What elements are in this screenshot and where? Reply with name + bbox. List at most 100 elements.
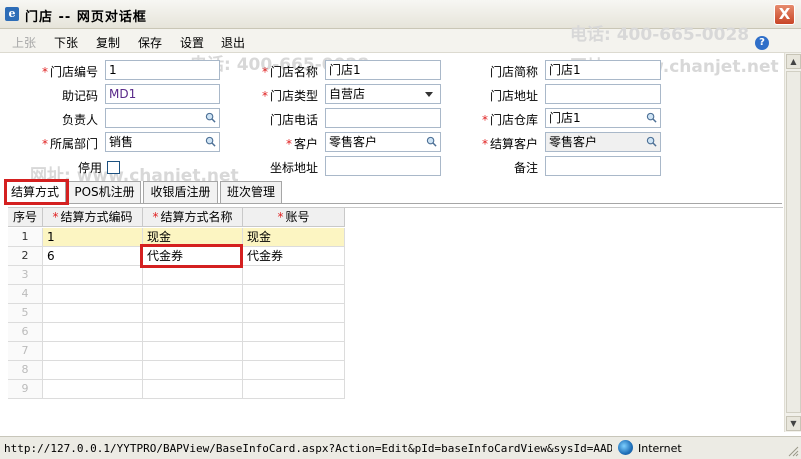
department-label: * 所属部门	[41, 137, 98, 151]
table-cell-name[interactable]	[143, 266, 243, 285]
table-cell-code[interactable]	[43, 266, 143, 285]
table-cell-account[interactable]: 代金券	[243, 247, 345, 266]
table-cell-account[interactable]	[243, 323, 345, 342]
table-cell-name[interactable]	[143, 361, 243, 380]
table-cell-name[interactable]	[143, 304, 243, 323]
ie-page-icon: e	[5, 7, 19, 21]
table-cell-code[interactable]	[43, 342, 143, 361]
manager-label: 负责人	[61, 113, 98, 127]
scroll-up-arrow-icon[interactable]: ▲	[786, 54, 801, 69]
table-cell-code[interactable]	[43, 304, 143, 323]
store-name-input[interactable]: 门店1	[325, 60, 441, 80]
store-code-input[interactable]: 1	[105, 60, 220, 80]
store-name-label: * 门店名称	[261, 65, 318, 79]
store-address-label: 门店地址	[489, 89, 538, 103]
coordinates-label: 坐标地址	[269, 161, 318, 175]
security-zone: Internet	[638, 442, 682, 455]
table-cell-account[interactable]	[243, 361, 345, 380]
manager-lookup[interactable]	[105, 108, 220, 128]
table-cell-name[interactable]	[143, 285, 243, 304]
table-cell-account[interactable]	[243, 285, 345, 304]
table-cell-name[interactable]	[143, 323, 243, 342]
settings-button[interactable]: 设置	[180, 34, 204, 51]
search-icon[interactable]	[646, 112, 657, 123]
table-cell-name[interactable]	[143, 380, 243, 399]
scroll-down-arrow-icon[interactable]: ▼	[786, 416, 801, 431]
tab-highlight-box	[4, 179, 69, 205]
disabled-label: 停用	[77, 161, 102, 175]
column-header-account[interactable]: * 账号	[243, 208, 345, 227]
store-code-label: * 门店编号	[41, 65, 98, 79]
table-cell-account[interactable]	[243, 380, 345, 399]
table-cell-account[interactable]	[243, 266, 345, 285]
store-short-name-label: 门店简称	[489, 65, 538, 79]
table-cell-code[interactable]	[43, 285, 143, 304]
store-short-name-input[interactable]: 门店1	[545, 60, 661, 80]
vertical-scrollbar[interactable]: ▲ ▼	[784, 53, 801, 432]
customer-value: 零售客户	[329, 135, 378, 149]
search-icon[interactable]	[205, 112, 216, 123]
store-type-select[interactable]: 自营店	[325, 84, 441, 104]
department-value: 销售	[109, 135, 134, 149]
prev-record-button[interactable]: 上张	[12, 34, 36, 51]
settle-customer-value: 零售客户	[549, 135, 598, 149]
department-lookup[interactable]: 销售	[105, 132, 220, 152]
mnemonic-input[interactable]: MD1	[105, 84, 220, 104]
column-header-name[interactable]: * 结算方式名称	[143, 208, 243, 227]
store-type-label: * 门店类型	[261, 89, 318, 103]
title-bar: e 门店 -- 网页对话框 X	[0, 0, 801, 29]
table-cell-code[interactable]	[43, 361, 143, 380]
column-header-index[interactable]: 序号	[8, 208, 43, 227]
next-record-button[interactable]: 下张	[54, 34, 78, 51]
status-bar: http://127.0.0.1/YYTPRO/BAPView/BaseInfo…	[0, 436, 801, 459]
disabled-checkbox[interactable]	[107, 161, 120, 174]
close-button[interactable]: X	[774, 4, 795, 25]
chevron-down-icon[interactable]	[425, 92, 433, 97]
table-cell-account[interactable]	[243, 304, 345, 323]
search-icon[interactable]	[205, 136, 216, 147]
resize-grip-icon[interactable]	[787, 445, 799, 457]
table-cell-code[interactable]	[43, 380, 143, 399]
globe-icon	[618, 440, 633, 455]
row-number: 1	[8, 228, 43, 247]
table-cell-code[interactable]: 1	[43, 228, 143, 247]
column-header-code[interactable]: * 结算方式编码	[43, 208, 143, 227]
save-button[interactable]: 保存	[138, 34, 162, 51]
table-cell-name[interactable]	[143, 342, 243, 361]
store-address-input[interactable]	[545, 84, 661, 104]
tab-cashier-shield-registration[interactable]: 收银盾注册	[143, 181, 218, 203]
exit-button[interactable]: 退出	[221, 34, 245, 51]
row-number: 8	[8, 361, 43, 380]
cell-highlight-box	[140, 244, 243, 268]
tab-pos-registration[interactable]: POS机注册	[68, 181, 141, 203]
table-cell-account[interactable]	[243, 342, 345, 361]
table-cell-account[interactable]: 现金	[243, 228, 345, 247]
row-number: 3	[8, 266, 43, 285]
row-number: 2	[8, 247, 43, 266]
toolbar: 上张 下张 复制 保存 设置 退出 ?	[0, 29, 801, 53]
store-phone-input[interactable]	[325, 108, 441, 128]
remark-input[interactable]	[545, 156, 661, 176]
row-number: 9	[8, 380, 43, 399]
tab-shift-management[interactable]: 班次管理	[220, 181, 282, 203]
customer-lookup[interactable]: 零售客户	[325, 132, 441, 152]
status-url: http://127.0.0.1/YYTPRO/BAPView/BaseInfo…	[4, 442, 612, 455]
table-cell-code[interactable]	[43, 323, 143, 342]
store-warehouse-value: 门店1	[549, 111, 581, 125]
row-number: 4	[8, 285, 43, 304]
table-cell-code[interactable]: 6	[43, 247, 143, 266]
search-icon[interactable]	[646, 136, 657, 147]
customer-label: * 客户	[285, 137, 318, 151]
row-number: 5	[8, 304, 43, 323]
store-phone-label: 门店电话	[269, 113, 318, 127]
tab-divider	[4, 203, 782, 204]
coordinates-input[interactable]	[325, 156, 441, 176]
row-number: 6	[8, 323, 43, 342]
help-icon[interactable]: ?	[755, 36, 769, 50]
scroll-thumb[interactable]	[786, 71, 801, 413]
search-icon[interactable]	[426, 136, 437, 147]
copy-button[interactable]: 复制	[96, 34, 120, 51]
store-warehouse-label: * 门店仓库	[481, 113, 538, 127]
store-warehouse-lookup[interactable]: 门店1	[545, 108, 661, 128]
settle-customer-lookup[interactable]: 零售客户	[545, 132, 661, 152]
